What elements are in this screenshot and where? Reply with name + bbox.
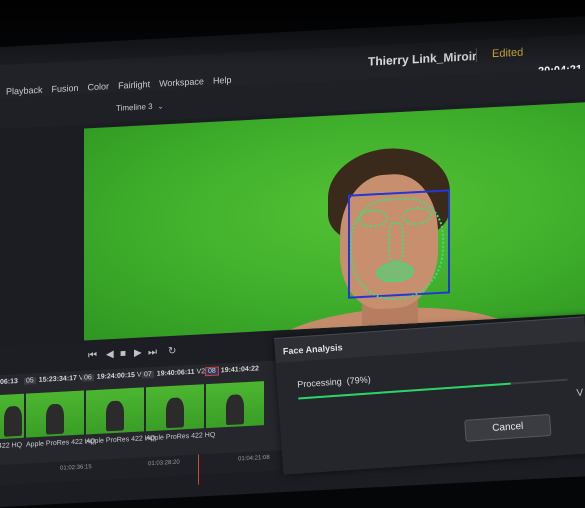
cancel-button[interactable]: Cancel bbox=[464, 413, 552, 442]
step-back-icon[interactable]: ◀ bbox=[106, 349, 114, 360]
skip-forward-icon[interactable]: ⏭ bbox=[148, 347, 157, 358]
clip-thumbnail[interactable] bbox=[26, 390, 84, 438]
clip-thumbnail[interactable] bbox=[146, 384, 204, 432]
thumbnail-subject bbox=[4, 405, 22, 437]
menu-playback[interactable]: Playback bbox=[6, 85, 43, 97]
clip-header: 0515:23:34:17 V2 bbox=[24, 374, 87, 385]
clip-header: 06:13 bbox=[0, 378, 18, 386]
loop-icon[interactable]: ↻ bbox=[168, 346, 176, 357]
menu-color[interactable]: Color bbox=[88, 81, 110, 92]
play-icon[interactable]: ▶ bbox=[134, 348, 142, 359]
clip-codec: Apple ProRes 422 HQ bbox=[86, 434, 156, 446]
clip-header: 07 19:40:06:11 V2 bbox=[142, 368, 206, 379]
thumbnail-subject bbox=[226, 394, 244, 426]
viewer-frame[interactable] bbox=[84, 101, 585, 341]
stop-icon[interactable]: ■ bbox=[120, 348, 126, 359]
thumbnail-subject bbox=[106, 400, 124, 432]
ruler-timecode: 01:03:28:20 bbox=[148, 459, 180, 468]
face-analysis-dialog: Face Analysis Processing (79%) Cancel V bbox=[274, 316, 585, 475]
clip-codec: Apple ProRes 422 HQ bbox=[146, 431, 216, 443]
title-divider bbox=[476, 47, 477, 63]
clip-header: 08 19:41:04:22 bbox=[205, 365, 259, 377]
timeline-dropdown-label: Timeline 3 bbox=[116, 101, 153, 113]
clip-codec: 422 HQ bbox=[0, 441, 23, 451]
side-panel-label: V bbox=[576, 387, 584, 400]
playhead[interactable] bbox=[198, 454, 199, 485]
thumbnail-subject bbox=[166, 397, 184, 429]
clip-header: 0619:24:00:15 V2 bbox=[82, 371, 145, 382]
timeline-dropdown[interactable]: Timeline 3 ⌄ bbox=[116, 101, 164, 113]
menu-fusion[interactable]: Fusion bbox=[52, 83, 79, 94]
clip-thumbnail[interactable] bbox=[0, 393, 24, 440]
ruler-timecode: 01:04:21:08 bbox=[238, 454, 270, 463]
clip-thumbnail[interactable] bbox=[206, 381, 264, 429]
processing-percent: (79%) bbox=[346, 374, 372, 387]
dialog-title: Face Analysis bbox=[282, 342, 343, 357]
dialog-body: Processing (79%) Cancel bbox=[275, 341, 585, 475]
ruler-timecode: 01:02:36:15 bbox=[60, 464, 92, 472]
processing-label: Processing bbox=[296, 376, 343, 390]
menu-fairlight[interactable]: Fairlight bbox=[118, 79, 150, 91]
thumbnail-subject bbox=[46, 403, 64, 435]
clip-codec: Apple ProRes 422 HQ bbox=[26, 437, 96, 449]
chevron-down-icon: ⌄ bbox=[157, 103, 164, 111]
project-title: Thierry Link_Miroir bbox=[368, 48, 477, 69]
clip-thumbnail[interactable] bbox=[86, 387, 144, 435]
skip-back-icon[interactable]: ⏮ bbox=[88, 350, 97, 361]
menu-help[interactable]: Help bbox=[213, 75, 232, 86]
processing-status: Processing (79%) bbox=[297, 374, 371, 389]
menu-workspace[interactable]: Workspace bbox=[159, 76, 204, 88]
edited-status: Edited bbox=[492, 46, 524, 61]
